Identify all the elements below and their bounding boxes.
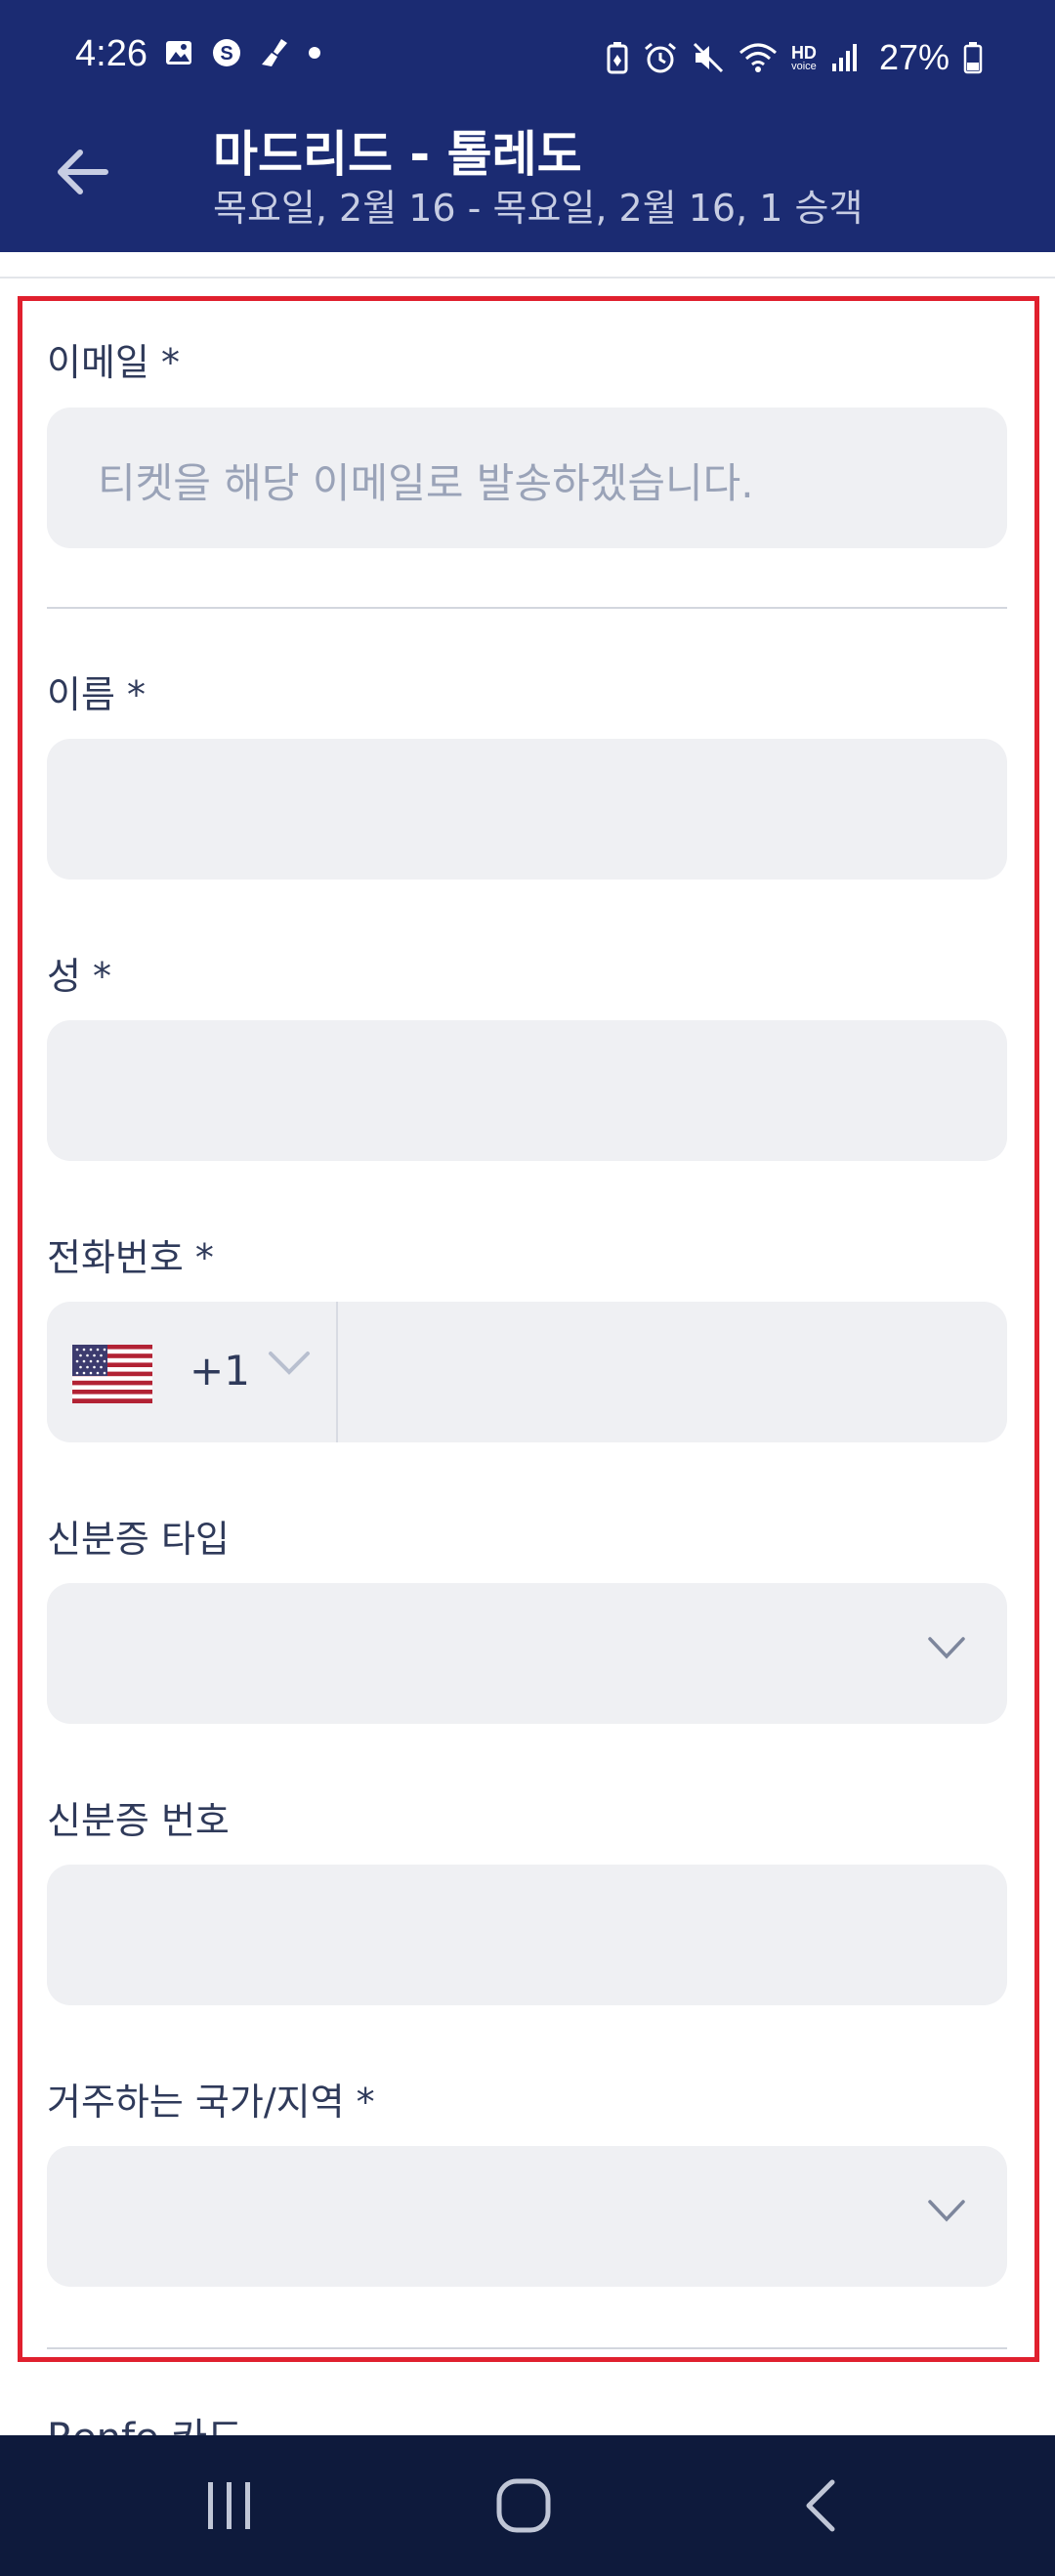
email-separator	[47, 607, 1007, 609]
svg-text:S: S	[220, 43, 232, 64]
route-title: 마드리드 - 톨레도	[213, 126, 582, 183]
mute-icon	[693, 42, 723, 73]
hd-voice-icon: HD voice	[791, 44, 817, 72]
last-name-label: 성 *	[47, 955, 112, 998]
country-separator	[47, 2347, 1007, 2349]
recent-apps-button[interactable]	[151, 2435, 308, 2576]
home-button[interactable]	[445, 2435, 602, 2576]
system-back-button[interactable]	[742, 2435, 899, 2576]
notification-dot	[309, 47, 320, 59]
chevron-down-icon	[928, 1637, 965, 1659]
us-flag-icon	[72, 1345, 152, 1403]
broom-icon	[262, 39, 287, 66]
first-name-label: 이름 *	[47, 673, 146, 716]
phone-number-input[interactable]	[340, 1302, 1007, 1442]
voice-label: voice	[791, 60, 817, 72]
status-bar: 4:26 S HD voice 27%	[0, 0, 1055, 115]
status-left-icons: S	[164, 37, 320, 68]
app-header: 4:26 S HD voice 27% 마드리드 - 톨레도 목요일, 2월 1…	[0, 0, 1055, 252]
phone-field: +1	[47, 1302, 1007, 1442]
route-subtitle: 목요일, 2월 16 - 목요일, 2월 16, 1 승객	[213, 187, 864, 230]
chevron-down-icon	[928, 2200, 965, 2222]
battery-percent: 27%	[878, 37, 950, 77]
recent-apps-icon	[208, 2482, 250, 2529]
wifi-icon	[738, 43, 777, 72]
status-time: 4:26	[75, 33, 148, 74]
email-field[interactable]: 티켓을 해당 이메일로 발송하겠습니다.	[47, 408, 1007, 548]
phone-label: 전화번호 *	[47, 1236, 214, 1279]
battery-icon	[963, 42, 983, 74]
status-right-icons: HD voice 27%	[606, 37, 983, 78]
battery-saver-icon	[607, 42, 628, 74]
id-type-select[interactable]	[47, 1583, 1007, 1724]
last-name-field[interactable]	[47, 1020, 1007, 1161]
id-type-label: 신분증 타입	[47, 1518, 230, 1561]
country-code-selector[interactable]: +1	[47, 1302, 338, 1442]
chevron-down-icon	[269, 1352, 310, 1375]
alarm-icon	[644, 42, 676, 73]
system-nav-bar	[0, 2435, 1055, 2576]
gallery-icon	[166, 41, 191, 64]
id-number-label: 신분증 번호	[47, 1799, 230, 1842]
s-app-icon: S	[213, 39, 240, 66]
home-icon	[496, 2478, 551, 2533]
header-divider	[0, 277, 1055, 279]
id-number-field[interactable]	[47, 1865, 1007, 2005]
country-label: 거주하는 국가/지역 *	[47, 2081, 375, 2124]
back-icon	[806, 2479, 835, 2532]
email-placeholder: 티켓을 해당 이메일로 발송하겠습니다.	[98, 459, 754, 507]
hd-label: HD	[790, 42, 817, 63]
dial-code: +1	[190, 1347, 250, 1395]
first-name-field[interactable]	[47, 739, 1007, 880]
signal-icon	[831, 44, 857, 71]
back-arrow-icon[interactable]	[53, 145, 109, 199]
country-select[interactable]	[47, 2146, 1007, 2287]
email-label: 이메일 *	[47, 341, 180, 384]
